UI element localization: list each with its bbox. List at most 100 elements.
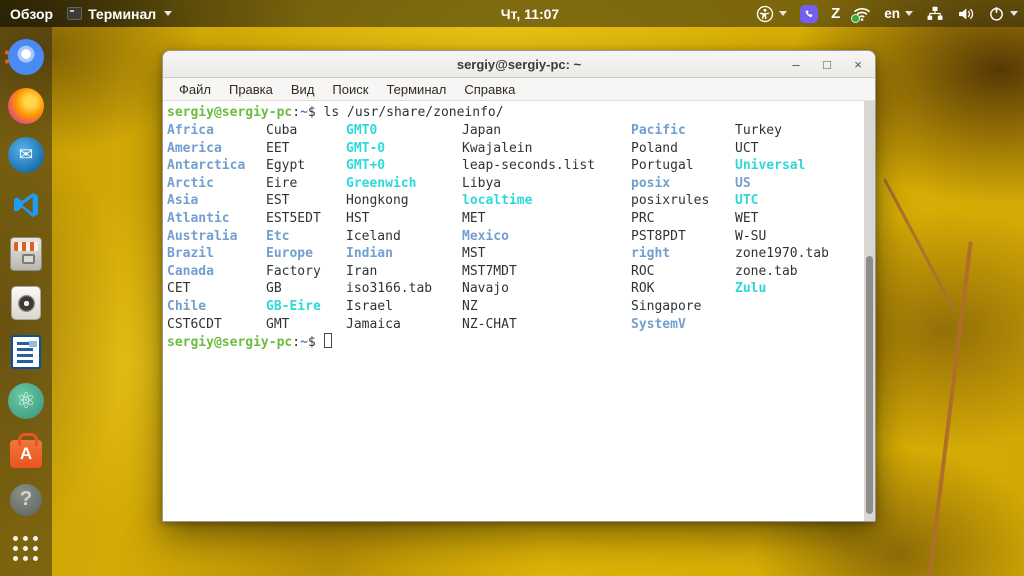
zoneinfo-entry: UTC	[735, 193, 759, 209]
volume-icon[interactable]	[957, 6, 975, 22]
clock[interactable]: Чт, 11:07	[501, 0, 559, 27]
zoneinfo-entry: CST6CDT	[167, 316, 222, 332]
leaf-stem	[927, 241, 973, 576]
zoneinfo-entry: PRC	[631, 210, 655, 226]
zoneinfo-entry: PST8PDT	[631, 228, 686, 244]
zoneinfo-entry: SystemV	[631, 316, 686, 332]
zoneinfo-entry: Zulu	[735, 281, 767, 297]
system-tray: Zen	[756, 0, 1018, 27]
listing-row: Atlantic EST5EDT HST MET PRC WET	[167, 210, 861, 228]
accessibility-icon[interactable]	[756, 5, 788, 23]
language-icon[interactable]: en	[884, 6, 913, 21]
zoneinfo-entry: EST	[266, 193, 290, 209]
ubuntu-software-icon[interactable]: A	[4, 429, 48, 473]
activities-label: Обзор	[10, 5, 54, 22]
maximize-button[interactable]: □	[820, 57, 834, 72]
wifi-vpn-icon[interactable]	[851, 6, 871, 23]
zoneinfo-entry: Canada	[167, 263, 214, 279]
zoneinfo-entry: America	[167, 140, 222, 156]
zoneinfo-entry: Factory	[266, 263, 321, 279]
help-icon[interactable]: ?	[4, 478, 48, 522]
listing-row: Chile GB-Eire Israel NZ Singapore	[167, 298, 861, 316]
prompt-path: ~	[300, 105, 308, 120]
zoneinfo-entry: Egypt	[266, 158, 306, 174]
zoneinfo-entry: Turkey	[735, 123, 782, 138]
zoneinfo-entry: Brazil	[167, 246, 214, 262]
zoneinfo-entry: posixrules	[631, 193, 710, 209]
menu-item-2[interactable]: Вид	[282, 80, 324, 99]
listing-row: Antarctica Egypt GMT+0 leap-seconds.list Por…	[167, 157, 861, 175]
window-titlebar[interactable]: sergiy@sergiy-pc: ~ – □ ×	[163, 51, 875, 78]
zoneinfo-entry: localtime	[462, 193, 533, 209]
zoneinfo-entry: Kwajalein	[462, 140, 533, 156]
listing-row: Canada Factory Iran MST7MDT ROC zone.tab	[167, 263, 861, 281]
minimize-button[interactable]: –	[789, 57, 803, 72]
zoneinfo-entry: Chile	[167, 298, 207, 314]
viber-icon[interactable]	[800, 4, 819, 23]
zoneinfo-entry: Iran	[346, 263, 378, 279]
zoneinfo-entry: Eire	[266, 175, 298, 191]
zoneinfo-entry: GB	[266, 281, 282, 297]
thunderbird-icon[interactable]: ✉	[4, 133, 48, 177]
zoneinfo-entry: UCT	[735, 140, 759, 156]
zoneinfo-entry: NZ	[462, 298, 478, 314]
libreoffice-writer-icon[interactable]	[4, 330, 48, 374]
firefox-icon[interactable]	[4, 84, 48, 128]
zoneinfo-entry: MST7MDT	[462, 263, 517, 279]
prompt-symbol: $	[307, 335, 316, 351]
zoneinfo-entry: ROC	[631, 263, 655, 279]
zoneinfo-entry: HST	[346, 210, 370, 226]
zoneinfo-entry: ROK	[631, 281, 655, 297]
menu-item-5[interactable]: Справка	[455, 80, 524, 99]
menu-item-3[interactable]: Поиск	[323, 80, 377, 99]
zoneinfo-entry: Navajo	[462, 281, 509, 297]
vscode-icon[interactable]	[4, 183, 48, 227]
menu-item-1[interactable]: Правка	[220, 80, 282, 99]
chromium-icon[interactable]	[4, 35, 48, 79]
zoneinfo-entry: Australia	[167, 228, 238, 244]
prompt-symbol: $	[307, 105, 316, 120]
zoneinfo-entry: Iceland	[346, 228, 401, 244]
app-menu-button[interactable]: Терминал	[67, 6, 173, 22]
speaker-app-icon[interactable]	[4, 281, 48, 325]
zoneinfo-entry: Libya	[462, 175, 502, 191]
zoneinfo-entry: Portugal	[631, 158, 694, 174]
zoneinfo-entry: Poland	[631, 140, 678, 156]
top-bar: Обзор Терминал Чт, 11:07 Zen	[0, 0, 1024, 27]
dock: ✉ ⚛ A?	[0, 27, 52, 576]
scrollbar-thumb[interactable]	[866, 256, 873, 514]
zoneinfo-entry: Indian	[346, 246, 393, 262]
zoneinfo-entry: GB-Eire	[266, 298, 321, 314]
zoneinfo-entry: GMT+0	[346, 158, 386, 174]
leaf-stem	[882, 178, 957, 312]
zoneinfo-entry: Mexico	[462, 228, 509, 244]
terminal-content[interactable]: sergiy@sergiy-pc:~$ ls /usr/share/zonein…	[163, 101, 875, 521]
scrollbar[interactable]	[864, 101, 875, 521]
power-icon[interactable]	[988, 5, 1018, 22]
terminal-window: sergiy@sergiy-pc: ~ – □ × Файл Правка Вид П…	[162, 50, 876, 522]
menu-item-0[interactable]: Файл	[170, 80, 220, 99]
file-cabinet-icon[interactable]	[4, 232, 48, 276]
prompt-sep: :	[292, 335, 301, 351]
z-app-icon[interactable]: Z	[831, 5, 840, 22]
zoneinfo-entry: right	[631, 246, 671, 262]
zoneinfo-entry: MET	[462, 210, 486, 226]
prompt-line: sergiy@sergiy-pc:~$ ls /usr/share/zonein…	[167, 104, 861, 122]
atom-icon[interactable]: ⚛	[4, 379, 48, 423]
wired-network-icon[interactable]	[926, 5, 944, 22]
zoneinfo-entry: GMT0	[346, 123, 378, 138]
zoneinfo-entry: Cuba	[266, 123, 298, 138]
zoneinfo-entry: WET	[735, 210, 759, 226]
zoneinfo-entry: Israel	[346, 298, 393, 314]
language-label: en	[884, 6, 900, 21]
zoneinfo-entry: Singapore	[631, 298, 702, 314]
close-button[interactable]: ×	[851, 57, 865, 72]
listing-row: Africa Cuba GMT0 Japan Pacific Turkey	[167, 122, 861, 140]
zoneinfo-entry: EET	[266, 140, 290, 156]
app-grid-icon[interactable]	[4, 527, 48, 571]
zoneinfo-entry: posix	[631, 175, 671, 191]
menu-item-4[interactable]: Терминал	[377, 80, 455, 99]
activities-button[interactable]: Обзор	[10, 6, 53, 22]
zoneinfo-entry: CET	[167, 281, 191, 297]
zoneinfo-entry: MST	[462, 246, 486, 262]
